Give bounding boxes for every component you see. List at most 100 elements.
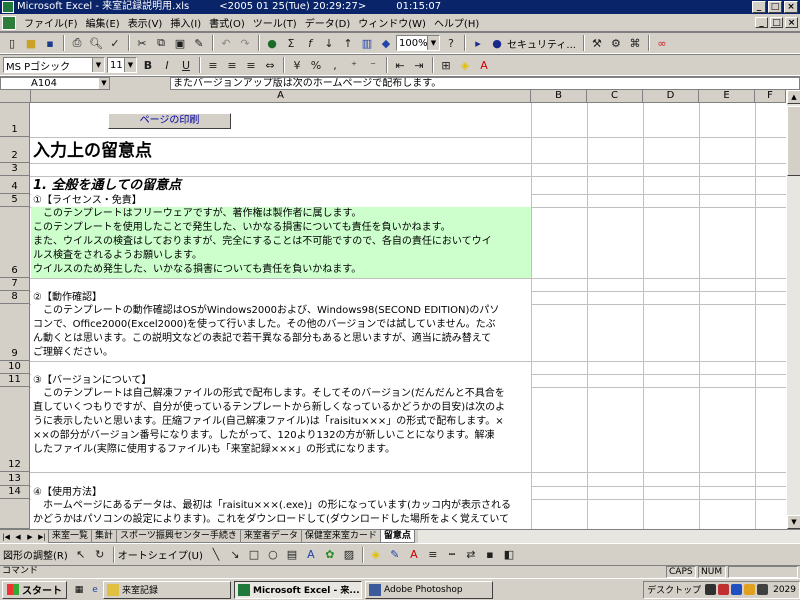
first-sheet-icon[interactable]: |◀: [0, 531, 12, 543]
dash-style-icon[interactable]: ┅: [443, 546, 461, 564]
drawing-icon[interactable]: ◆: [377, 34, 395, 52]
minimize-button[interactable]: _: [752, 1, 766, 13]
row-header-12[interactable]: 12: [0, 387, 30, 472]
menu-file[interactable]: ファイル(F): [20, 15, 82, 30]
save-icon[interactable]: ▪: [41, 34, 59, 52]
doc-restore-button[interactable]: □: [770, 17, 783, 28]
last-sheet-icon[interactable]: ▶|: [36, 531, 48, 543]
menu-help[interactable]: ヘルプ(H): [430, 15, 483, 30]
row-header-15[interactable]: [0, 499, 30, 529]
chart-wizard-icon[interactable]: ▥: [358, 34, 376, 52]
decrease-indent-icon[interactable]: ⇤: [391, 56, 409, 74]
menu-view[interactable]: 表示(V): [124, 15, 167, 30]
font-color-icon[interactable]: A: [475, 56, 493, 74]
line-style-icon[interactable]: ≡: [424, 546, 442, 564]
tray-volume-icon[interactable]: [718, 584, 730, 595]
doc-close-button[interactable]: ×: [785, 17, 798, 28]
sort-desc-icon[interactable]: ↑: [339, 34, 357, 52]
design-mode-icon[interactable]: ⚙: [607, 34, 625, 52]
row-header-5[interactable]: 5: [0, 194, 30, 207]
tab-sports-center[interactable]: スポーツ振興センター手続き: [116, 530, 241, 543]
next-sheet-icon[interactable]: ▶: [24, 531, 36, 543]
borders-icon[interactable]: ⊞: [437, 56, 455, 74]
column-header-b[interactable]: B: [531, 90, 587, 103]
autoshape-menu[interactable]: オートシェイプ(U): [118, 547, 203, 562]
italic-button[interactable]: I: [158, 56, 176, 74]
align-left-icon[interactable]: ≡: [204, 56, 222, 74]
tray-ime-icon[interactable]: [757, 584, 769, 595]
free-rotate-icon[interactable]: ↻: [91, 546, 109, 564]
scroll-up-icon[interactable]: ▲: [787, 90, 800, 104]
menu-edit[interactable]: 編集(E): [82, 15, 124, 30]
tray-antivirus-icon[interactable]: [744, 584, 756, 595]
row-header-14[interactable]: 14: [0, 486, 30, 499]
picture-icon[interactable]: ▨: [340, 546, 358, 564]
draw-adjust-menu[interactable]: 図形の調整(R): [3, 547, 68, 562]
row-header-2[interactable]: 2: [0, 137, 30, 163]
prev-sheet-icon[interactable]: ◀: [12, 531, 24, 543]
worksheet-grid[interactable]: A B C D E F 1 2 3 4 5 6 7 8 9 10 11 12 1…: [0, 90, 786, 529]
maximize-button[interactable]: □: [768, 1, 782, 13]
wordart-icon[interactable]: A: [302, 546, 320, 564]
ie-icon[interactable]: e: [87, 582, 103, 598]
shadow-icon[interactable]: ▪: [481, 546, 499, 564]
horizontal-scrollbar[interactable]: [417, 530, 800, 543]
line-color-icon[interactable]: ✎: [386, 546, 404, 564]
merge-center-icon[interactable]: ⇔: [261, 56, 279, 74]
column-header-e[interactable]: E: [699, 90, 755, 103]
workbook-icon[interactable]: [2, 15, 16, 30]
task-excel[interactable]: Microsoft Excel - 来...: [234, 580, 362, 599]
3d-icon[interactable]: ◧: [500, 546, 518, 564]
doc-minimize-button[interactable]: _: [755, 17, 768, 28]
menu-tools[interactable]: ツール(T): [249, 15, 301, 30]
decrease-decimal-icon[interactable]: ⁻: [364, 56, 382, 74]
column-header-f[interactable]: F: [755, 90, 786, 103]
close-button[interactable]: ×: [784, 1, 798, 13]
formula-input[interactable]: またバージョンアップ版は次のホームページで配布します。: [170, 77, 800, 90]
row-header-11[interactable]: 11: [0, 374, 30, 387]
menu-window[interactable]: ウィンドウ(W): [354, 15, 430, 30]
vertical-scrollbar[interactable]: ▲ ▼: [786, 90, 800, 529]
print-preview-icon[interactable]: 🔍︎: [87, 34, 105, 52]
print-page-button[interactable]: ページの印刷: [108, 113, 231, 129]
align-center-icon[interactable]: ≡: [223, 56, 241, 74]
start-button[interactable]: スタート: [2, 580, 67, 599]
copy-icon[interactable]: ⧉: [152, 34, 170, 52]
percent-icon[interactable]: %: [307, 56, 325, 74]
autosum-icon[interactable]: Σ: [282, 34, 300, 52]
textbox-icon[interactable]: ▤: [283, 546, 301, 564]
select-objects-icon[interactable]: ↖: [72, 546, 90, 564]
column-header-c[interactable]: C: [587, 90, 643, 103]
task-photoshop[interactable]: Adobe Photoshop: [365, 580, 493, 599]
menu-data[interactable]: データ(D): [301, 15, 355, 30]
tray-app-icon[interactable]: [705, 584, 717, 595]
tab-hokenshitsu-card[interactable]: 保健室来室カード: [300, 530, 381, 543]
tab-ryuiten[interactable]: 留意点: [379, 530, 415, 543]
arrow-icon[interactable]: ↘: [226, 546, 244, 564]
function-icon[interactable]: f: [301, 34, 319, 52]
oval-icon[interactable]: ○: [264, 546, 282, 564]
arrow-style-icon[interactable]: ⇄: [462, 546, 480, 564]
row-header-6[interactable]: 6: [0, 207, 30, 278]
font-size-select[interactable]: 11 ▼: [107, 57, 137, 73]
select-all-corner[interactable]: [0, 90, 31, 103]
row-header-9[interactable]: 9: [0, 304, 30, 361]
tab-raishitsu-ichiran[interactable]: 来室一覧: [48, 530, 93, 543]
zoom-select[interactable]: 100% ▼: [396, 35, 440, 51]
line-icon[interactable]: ╲: [207, 546, 225, 564]
scroll-down-icon[interactable]: ▼: [787, 515, 800, 529]
menu-format[interactable]: 書式(O): [205, 15, 249, 30]
redo-icon[interactable]: ↷: [236, 34, 254, 52]
name-box[interactable]: A104 ▼: [0, 77, 110, 90]
row-header-8[interactable]: 8: [0, 291, 30, 304]
desktop-toolbar-label[interactable]: デスクトップ: [647, 583, 701, 596]
spelling-icon[interactable]: ✓: [106, 34, 124, 52]
scroll-thumb[interactable]: [787, 106, 800, 176]
font-name-select[interactable]: MS Pゴシック ▼: [3, 57, 105, 73]
print-icon[interactable]: ⎙: [68, 34, 86, 52]
align-right-icon[interactable]: ≡: [242, 56, 260, 74]
tab-raishitsusha-data[interactable]: 来室者データ: [239, 530, 302, 543]
visual-basic-icon[interactable]: ⌘: [626, 34, 644, 52]
clipart-icon[interactable]: ✿: [321, 546, 339, 564]
column-header-a[interactable]: A: [31, 90, 531, 103]
